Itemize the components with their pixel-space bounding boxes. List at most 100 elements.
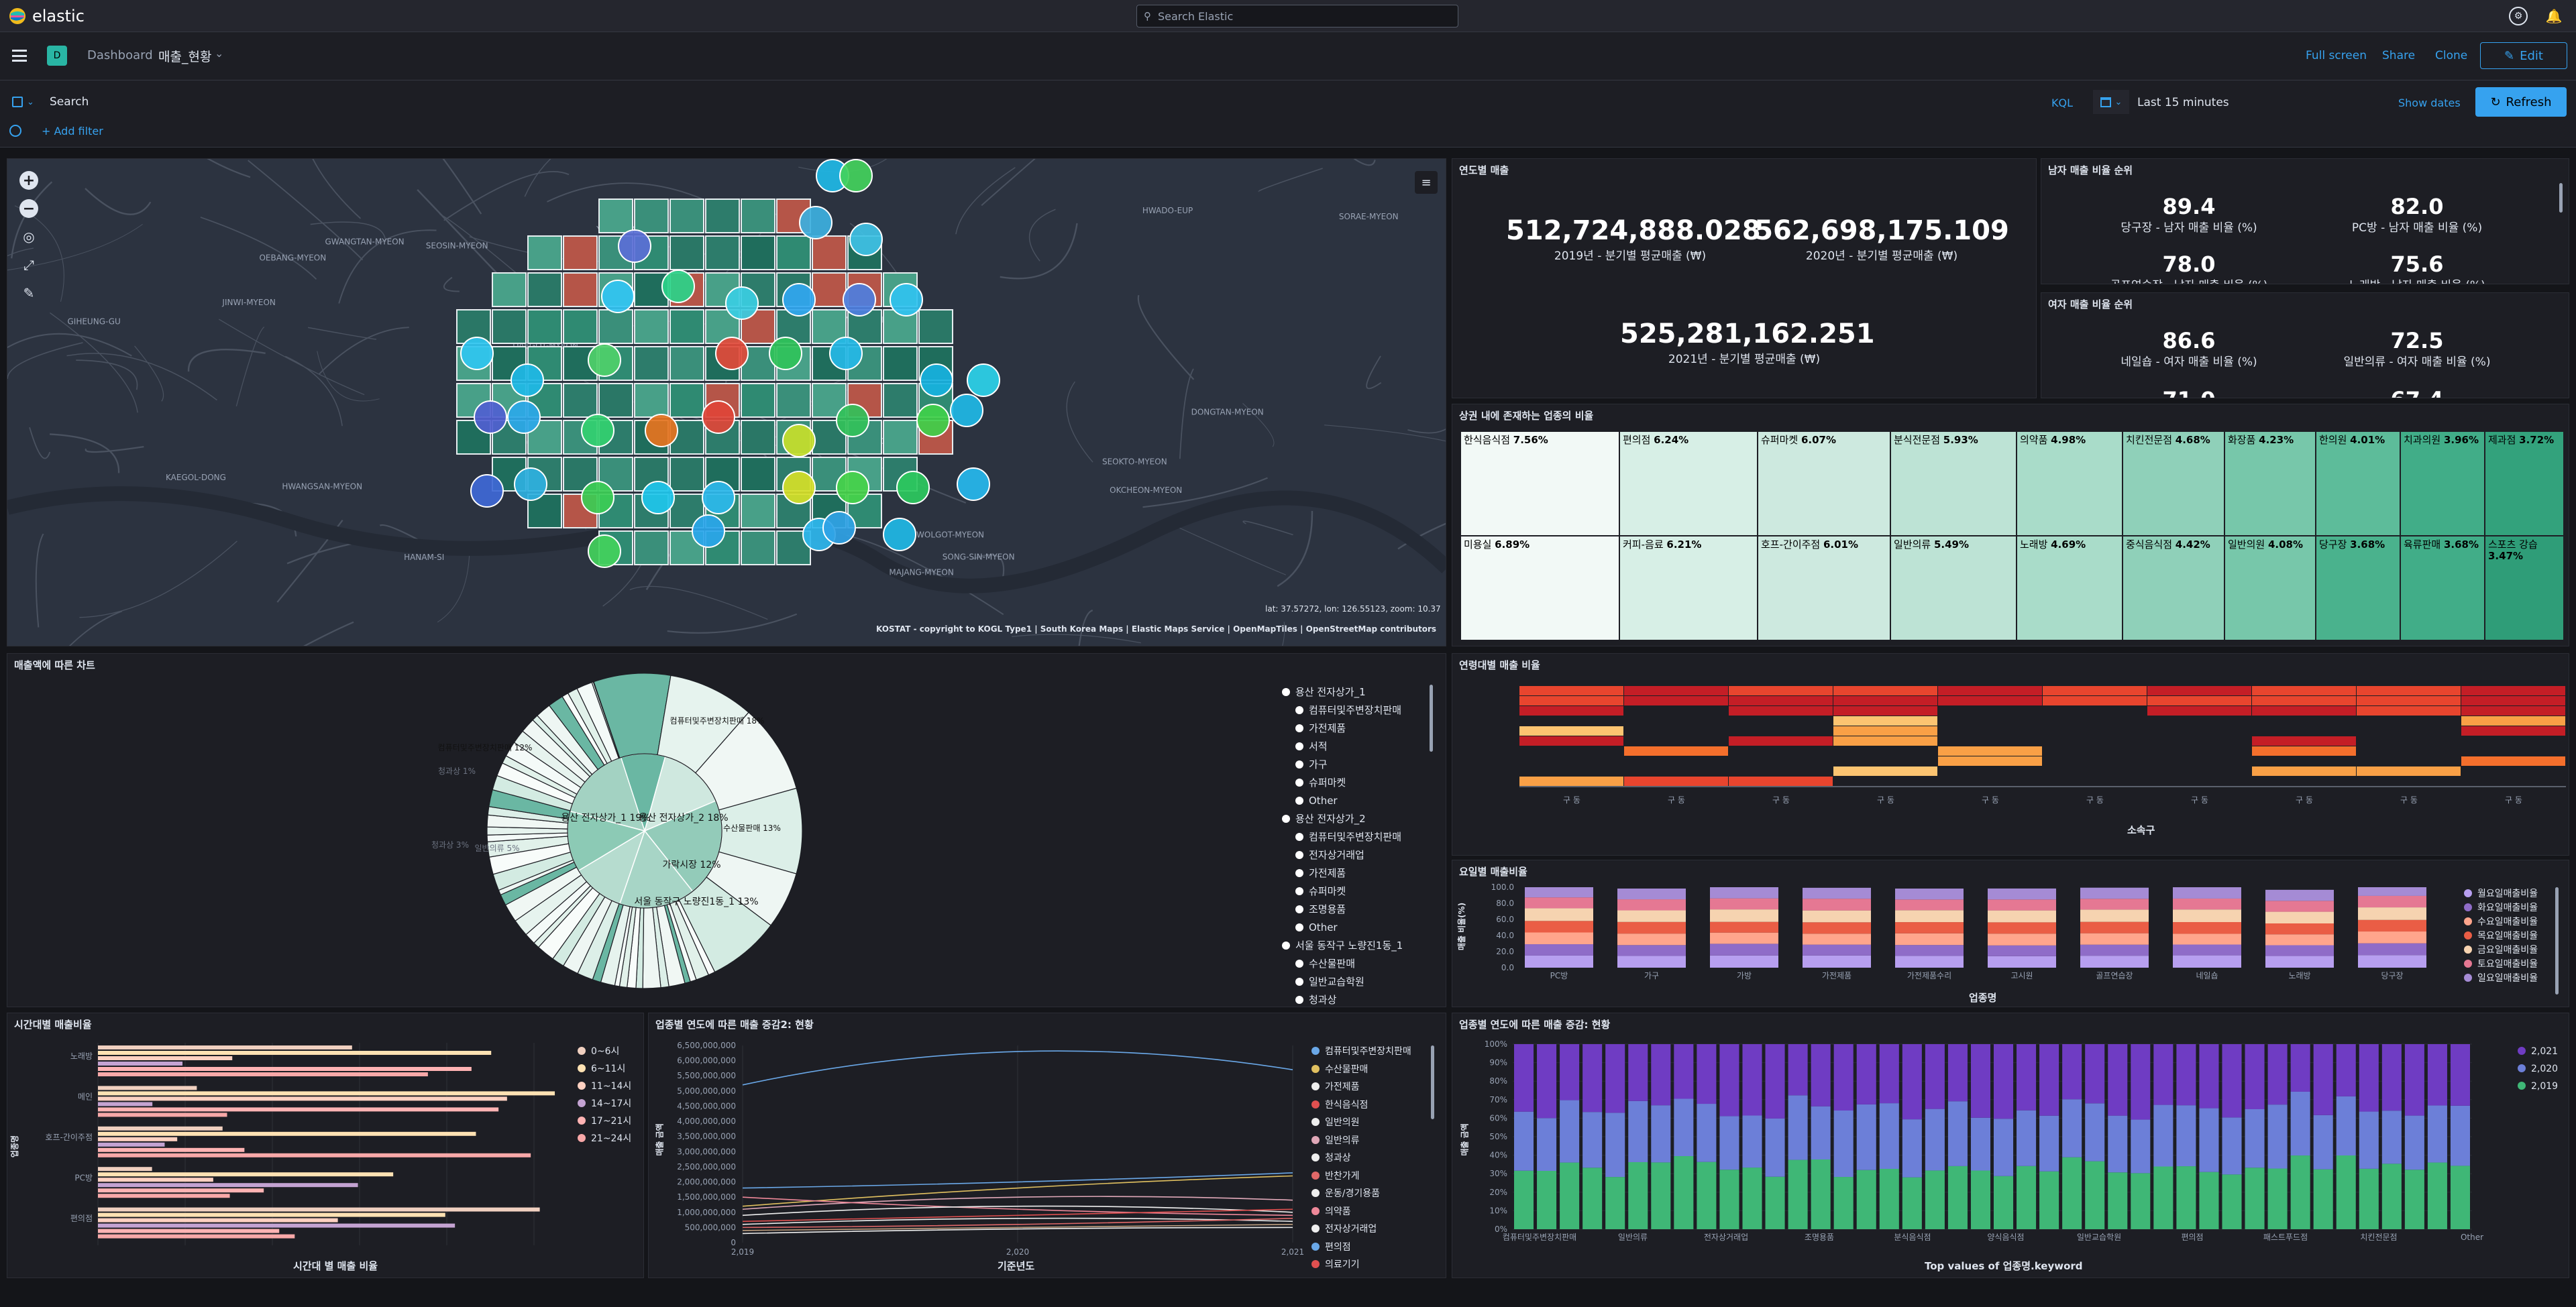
legend-item[interactable]: 조명용품 [1282,901,1403,919]
fit-data-icon[interactable]: ⤢ [19,255,38,274]
legend-item[interactable]: 수요일매출비율 [2464,915,2538,929]
legend-item[interactable]: 전자상거래업 [1311,1220,1411,1239]
legend-item[interactable]: 일반의원 [1311,1114,1411,1132]
legend-item[interactable]: 편의점 [1311,1239,1411,1257]
legend-item[interactable]: 한식음식점 [1311,1096,1411,1115]
legend-item[interactable]: 의약품 [1311,1203,1411,1221]
treemap-cell[interactable]: 호프-간이주점 6.01% [1758,536,1890,640]
share-link[interactable]: Share [2382,49,2415,62]
legend-item[interactable]: 의료기기 [1311,1256,1411,1274]
date-picker-toggle[interactable]: ⌄ [2093,90,2129,114]
legend-item[interactable]: 토요일매출비율 [2464,958,2538,972]
elastic-logo[interactable]: elastic [8,7,85,25]
legend-item[interactable]: 월요일매출비율 [2464,887,2538,901]
hourly-chart[interactable]: 노래방메인호프-간이주점 PC방편의점 [7,1013,644,1278]
notifications-icon[interactable]: 🔔 [2544,6,2564,26]
treemap-cell[interactable]: 화장품 4.23% [2224,431,2316,536]
clone-link[interactable]: Clone [2435,49,2467,62]
treemap-cell[interactable]: 한식음식점 7.56% [1460,431,1619,536]
refresh-button[interactable]: ↻ Refresh [2475,87,2567,117]
query-language-button[interactable]: KQL [2051,97,2073,109]
treemap-cell[interactable]: 치킨전문점 4.68% [2123,431,2224,536]
legend-item[interactable]: 21~24시 [578,1130,631,1147]
legend-item[interactable]: 슈퍼마켓 [1282,883,1403,901]
stacked-chart[interactable]: 100%90%80%70%60%50%40%30%20%10%0%컴퓨터및주변장… [1452,1013,2569,1278]
scrollbar[interactable] [1430,685,1433,752]
treemap-cell[interactable]: 분식전문점 5.93% [1890,431,2017,536]
help-icon[interactable]: ⚙ [2509,7,2528,25]
treemap-cell[interactable]: 노래방 4.69% [2017,536,2123,640]
legend-item[interactable]: 컴퓨터및주변장치판매 [1311,1043,1411,1061]
set-view-icon[interactable]: ◎ [19,227,38,246]
treemap-cell[interactable]: 육류판매 3.68% [2400,536,2485,640]
scrollbar[interactable] [1431,1045,1434,1119]
legend-item[interactable]: 청과상 [1311,1149,1411,1168]
scrollbar[interactable] [2555,887,2559,995]
legend-item[interactable]: 청과상 [1282,991,1403,1007]
scrollbar[interactable] [2559,183,2563,213]
treemap-cell[interactable]: 치과의원 3.96% [2400,431,2485,536]
menu-icon[interactable] [12,50,27,62]
legend-item[interactable]: 전자상거래업 [1282,846,1403,864]
chevron-down-icon[interactable]: ⌄ [215,47,223,60]
treemap-cell[interactable]: 의약품 4.98% [2017,431,2123,536]
treemap-cell[interactable]: 커피-음료 6.21% [1619,536,1758,640]
legend-item[interactable]: 수산물판매 [1311,1061,1411,1079]
legend-item[interactable]: 6~11시 [578,1060,631,1078]
legend-item[interactable]: 반찬가게 [1311,1168,1411,1186]
time-range-text[interactable]: Last 15 minutes [2137,96,2229,109]
show-dates-link[interactable]: Show dates [2398,97,2461,109]
legend-item[interactable]: 17~21시 [578,1113,631,1130]
map-attribution[interactable]: KOSTAT - copyright to KOGL Type1 | South… [876,624,1436,634]
edit-button[interactable]: ✎ Edit [2480,42,2567,69]
legend-item[interactable]: 2,020 [2518,1060,2558,1078]
legend-item[interactable]: 용산 전자상가_2 [1282,810,1403,828]
legend-item[interactable]: 일요일매출비율 [2464,972,2538,986]
treemap-cell[interactable]: 당구장 3.68% [2316,536,2400,640]
saved-query-button[interactable]: ⌄ [12,91,44,113]
legend-item[interactable]: 용산 전자상가_1 [1282,683,1403,701]
legend-item[interactable]: 컴퓨터및주변장치판매 [1282,701,1403,720]
pie-chart[interactable]: 용산 전자상가_1 19%용산 전자상가_2 18% 가락시장 12% 서울 동작구… [410,657,879,1005]
breadcrumb-dashboard[interactable]: Dashboard [87,48,153,62]
legend-item[interactable]: 일반의류 [1311,1132,1411,1150]
legend-item[interactable]: 14~17시 [578,1095,631,1113]
layer-control-icon[interactable]: ≡ [1415,171,1438,194]
legend-item[interactable]: 가전제품 [1282,864,1403,883]
legend-item[interactable]: 가전제품 [1282,720,1403,738]
add-filter-link[interactable]: + Add filter [42,125,103,137]
legend-item[interactable]: 가전제품 [1311,1078,1411,1096]
treemap-cell[interactable]: 미용실 6.89% [1460,536,1619,640]
draw-tool-icon[interactable]: ✎ [19,284,38,302]
legend-item[interactable]: 11~14시 [578,1078,631,1095]
legend-item[interactable]: 금요일매출비율 [2464,944,2538,958]
legend-item[interactable]: 서적 [1282,738,1403,756]
map-canvas[interactable]: DAEGOT-MYEONWOLGOT-MYEONGWANGTAN-MYEONSO… [7,159,1446,646]
treemap-cell[interactable]: 제과점 3.72% [2485,431,2564,536]
space-avatar[interactable]: D [47,46,67,66]
treemap-cell[interactable]: 한의원 4.01% [2316,431,2400,536]
legend-item[interactable]: 2,019 [2518,1078,2558,1095]
legend-item[interactable]: 수산물판매 [1282,955,1403,973]
zoom-out-icon[interactable]: − [19,199,38,218]
zoom-in-icon[interactable]: + [19,171,38,190]
heatmap-chart[interactable]: 구 동구 동구 동구 동구 동구 동구 동구 동구 동구 동 [1452,654,2569,855]
treemap-cell[interactable]: 편의점 6.24% [1619,431,1758,536]
legend-item[interactable]: 목요일매출비율 [2464,929,2538,944]
legend-item[interactable]: 슈퍼마켓 [1282,774,1403,792]
query-input[interactable]: Search [50,90,2082,114]
legend-item[interactable]: 2,021 [2518,1043,2558,1060]
legend-item[interactable]: 컴퓨터및주변장치판매 [1282,828,1403,846]
treemap-cell[interactable]: 중식음식점 4.42% [2123,536,2224,640]
treemap-cell[interactable]: 일반의원 4.08% [2224,536,2316,640]
legend-item[interactable]: 가구 [1282,756,1403,774]
treemap-cell[interactable]: 슈퍼마켓 6.07% [1758,431,1890,536]
legend-item[interactable]: 서울 동작구 노량진1동_1 [1282,937,1403,955]
legend-item[interactable]: 0~6시 [578,1043,631,1060]
weekday-chart[interactable]: 100.0 80.0 60.0 40.0 20.0 0.0 PC방 가구 가방 가전제품 가전제품수… [1452,860,2569,1007]
legend-item[interactable]: 운동/경기용품 [1311,1185,1411,1203]
legend-item[interactable]: Other [1282,792,1403,810]
filter-options-icon[interactable] [9,125,21,137]
full-screen-link[interactable]: Full screen [2306,49,2367,62]
treemap-cell[interactable]: 일반의류 5.49% [1890,536,2017,640]
